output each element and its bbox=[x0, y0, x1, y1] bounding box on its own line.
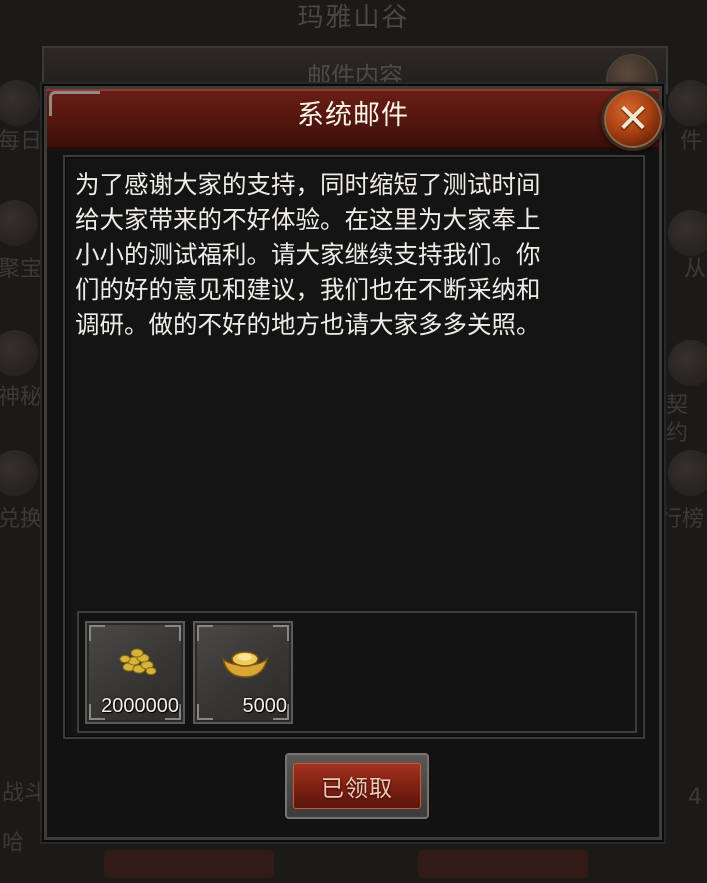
attachment-slot-ingot[interactable]: 5000 bbox=[193, 621, 293, 724]
bg-right-label-1: 件 bbox=[680, 129, 703, 154]
attachment-quantity: 2000000 bbox=[101, 695, 179, 717]
contract-icon[interactable] bbox=[668, 340, 707, 386]
scene-title: 玛雅山谷 bbox=[297, 3, 410, 33]
bg-bottom-right-text: 4 bbox=[688, 785, 702, 810]
mail-content-panel: 为了感谢大家的支持，同时缩短了测试时间 给大家带来的不好体验。在这里为大家奉上 … bbox=[63, 155, 645, 739]
bg-bottom-left-label: 战斗 bbox=[2, 781, 47, 806]
close-button[interactable]: ✕ bbox=[601, 87, 665, 151]
mystery-shop-icon[interactable] bbox=[0, 330, 38, 376]
background-bottom-button-1 bbox=[104, 850, 274, 878]
attachment-quantity: 5000 bbox=[242, 695, 288, 717]
claimed-button-label: 已领取 bbox=[321, 776, 393, 802]
mail-message: 为了感谢大家的支持，同时缩短了测试时间 给大家带来的不好体验。在这里为大家奉上 … bbox=[75, 170, 541, 339]
gold-ingot-icon bbox=[221, 651, 269, 678]
background-bottom-button-2 bbox=[418, 850, 588, 878]
bg-left-label-2: 聚宝 bbox=[0, 257, 43, 282]
bg-right-label-4: 行榜 bbox=[660, 507, 705, 532]
dialog-header: 系统邮件 bbox=[47, 89, 659, 149]
ranking-icon[interactable] bbox=[668, 450, 707, 496]
bg-right-label-2: 从 bbox=[684, 257, 707, 282]
bg-right-label-3: 契约 bbox=[666, 393, 689, 446]
bg-bottom-left-label-2: 哈 bbox=[2, 831, 25, 856]
slot-ornament bbox=[89, 625, 105, 641]
claimed-button-face: 已领取 bbox=[293, 763, 421, 809]
dialog-title: 系统邮件 bbox=[297, 100, 409, 131]
slot-ornament bbox=[165, 625, 181, 641]
bg-left-label-3: 神秘 bbox=[0, 385, 43, 410]
treasure-icon[interactable] bbox=[0, 200, 38, 246]
claimed-button[interactable]: 已领取 bbox=[285, 753, 429, 819]
slot-ornament bbox=[273, 625, 289, 641]
exchange-icon[interactable] bbox=[0, 450, 38, 496]
system-mail-dialog: 系统邮件 ✕ 为了感谢大家的支持，同时缩短了测试时间 给大家带来的不好体验。在这… bbox=[44, 86, 665, 840]
attachments-box: 2000000 5000 bbox=[77, 611, 637, 733]
follower-icon[interactable] bbox=[668, 210, 707, 256]
bg-left-label-4: 兑换 bbox=[0, 507, 43, 532]
gold-coins-icon bbox=[119, 648, 157, 675]
slot-ornament bbox=[197, 625, 213, 641]
close-icon: ✕ bbox=[616, 96, 650, 142]
mail-icon[interactable] bbox=[668, 80, 707, 126]
attachment-slot-gold[interactable]: 2000000 bbox=[85, 621, 185, 724]
slot-ornament bbox=[197, 704, 213, 720]
bg-left-label-1: 每日 bbox=[0, 129, 43, 154]
daily-icon[interactable] bbox=[0, 80, 40, 126]
